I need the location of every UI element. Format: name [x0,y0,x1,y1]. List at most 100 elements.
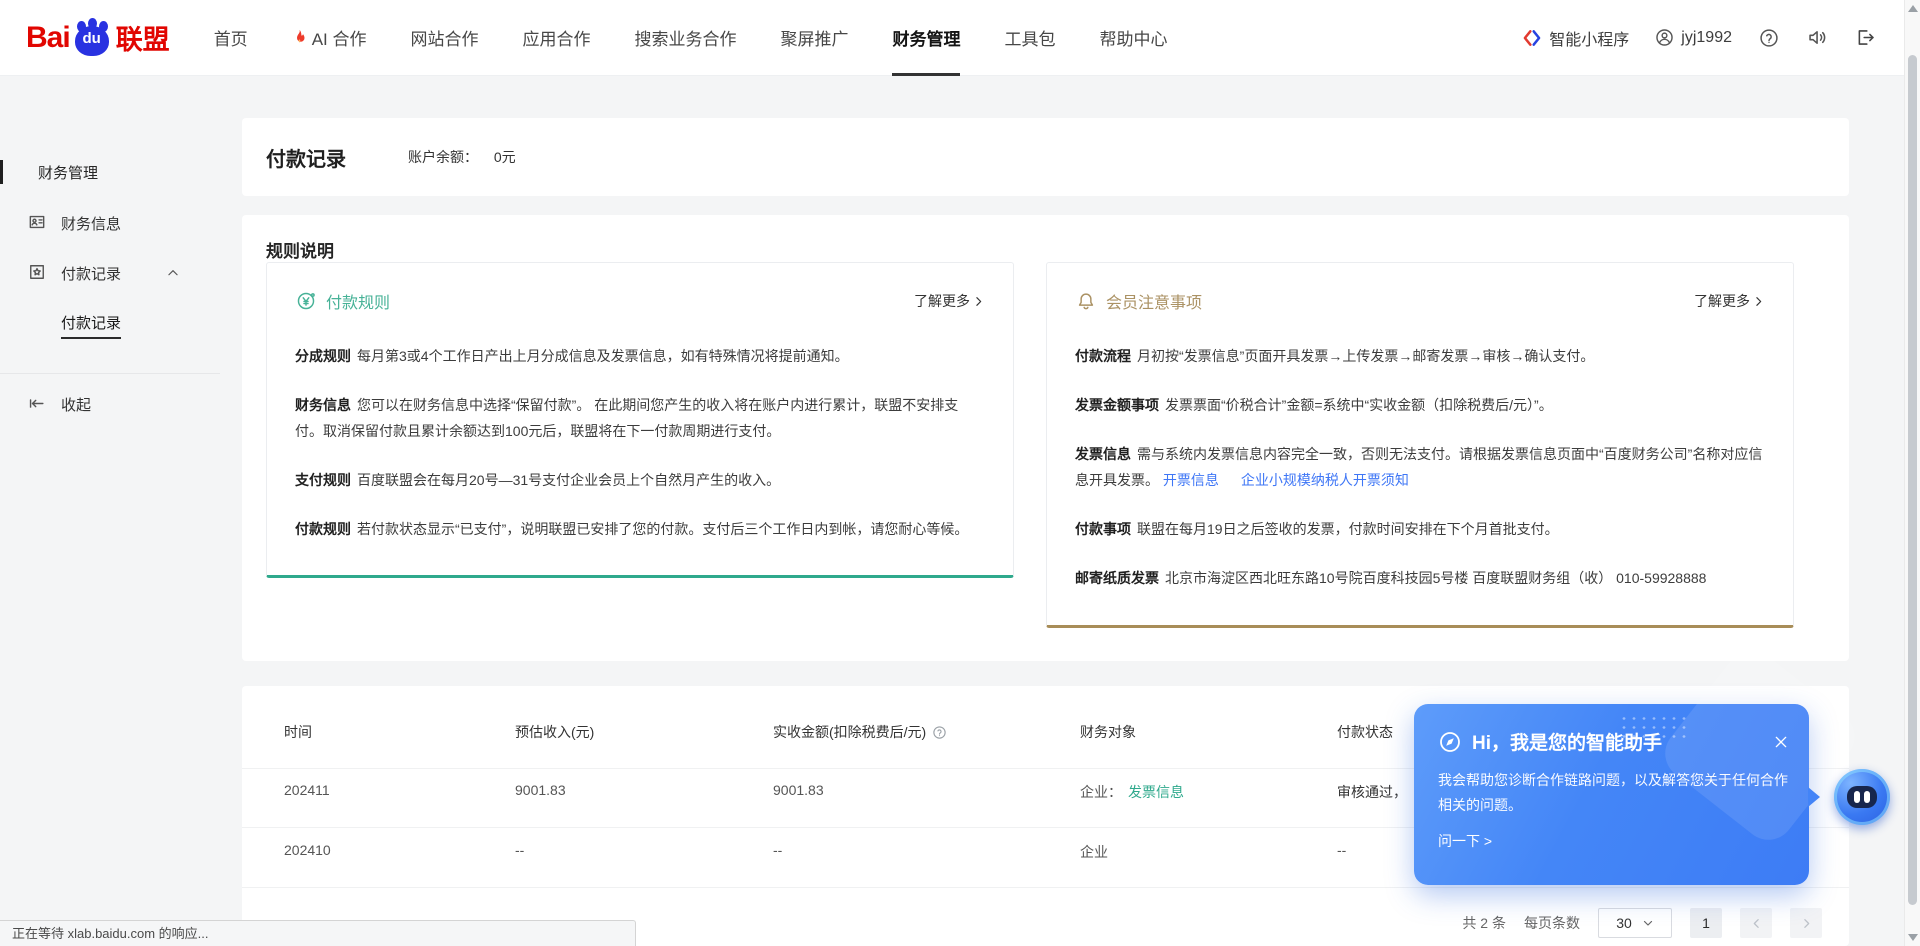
cell-time: 202411 [284,782,330,798]
nav-item-finance[interactable]: 财务管理 [892,0,960,76]
per-page-select[interactable]: 30 [1598,908,1672,938]
id-card-icon [27,212,47,232]
sidebar-subitem-payment-record[interactable]: 付款记录 [61,312,121,338]
compass-icon [1438,730,1462,754]
nav-item-juping[interactable]: 聚屏推广 [780,0,848,76]
rule-paragraph: 支付规则百度联盟会在每月20号—31号支付企业会员上个自然月产生的收入。 [295,467,985,493]
rule-paragraph: 发票信息需与系统内发票信息内容完全一致，否则无法支付。请根据发票信息页面中“百度… [1075,441,1765,493]
sidebar-collapse-button[interactable]: 收起 [0,392,242,416]
cell-actual: 9001.83 [773,782,824,798]
balance-label: 账户余额： [408,149,478,165]
rule-paragraph: 发票金额事项发票票面“价税合计”金额=系统中“实收金额（扣除税费后/元）”。 [1075,392,1765,418]
scroll-up-icon[interactable] [1908,5,1918,12]
pagination: 共 2 条 每页条数 30 1 [1462,908,1822,938]
learn-more-link[interactable]: 了解更多 [1694,291,1765,311]
rule-paragraph: 财务信息您可以在财务信息中选择“保留付款”。 在此期间您产生的收入将在账户内进行… [295,392,985,444]
browser-status-bar: 正在等待 xlab.baidu.com 的响应... [0,920,636,946]
page-1-button[interactable]: 1 [1690,908,1722,938]
sound-icon[interactable] [1806,27,1828,49]
sidebar-divider [0,373,220,374]
next-page-icon [1800,917,1813,930]
user-account[interactable]: jyj1992 [1655,28,1732,47]
mini-program-entry[interactable]: 智能小程序 [1522,26,1629,50]
assistant-popup: Hi，我是您的智能助手 我会帮助您诊断合作链路问题，以及解答您关于任何合作相关的… [1414,704,1809,885]
rule-card-title: 付款规则 [326,289,390,313]
cell-status: -- [1337,842,1346,858]
close-icon[interactable] [1773,734,1789,750]
nav-right-tools: 智能小程序 jyj1992 [1522,26,1920,50]
cell-time: 202410 [284,842,331,858]
nav-item-help[interactable]: 帮助中心 [1099,0,1167,76]
invoice-info-table-link[interactable]: 发票信息 [1128,782,1184,802]
sidebar-item-payment-record[interactable]: 付款记录 [0,261,242,285]
vertical-scrollbar[interactable] [1904,0,1920,946]
chevron-down-icon [1642,917,1654,929]
col-header-time: 时间 [284,722,312,742]
bell-icon [1075,290,1097,312]
top-nav: Bai du 联盟 首页 AI 合作 网站合作 应用合作 搜索业务合作 聚屏推广… [0,0,1920,76]
account-balance: 账户余额： 0元 [408,147,516,167]
nav-item-home[interactable]: 首页 [214,0,248,76]
nav-item-website[interactable]: 网站合作 [410,0,478,76]
question-circle-icon[interactable] [932,725,947,740]
baidu-union-finance-page: Bai du 联盟 首页 AI 合作 网站合作 应用合作 搜索业务合作 聚屏推广… [0,0,1920,946]
robot-avatar-button[interactable] [1834,769,1890,825]
collapse-arrow-icon [27,394,46,413]
logo-text-du: du [72,30,112,47]
baidu-paw-icon: du [72,18,112,58]
rule-paragraph: 付款事项联盟在每月19日之后签收的发票，付款时间安排在下个月首批支付。 [1075,516,1765,542]
nav-menu: 首页 AI 合作 网站合作 应用合作 搜索业务合作 聚屏推广 财务管理 工具包 … [214,0,1168,76]
mini-program-icon [1522,28,1542,48]
browser-status-text: 正在等待 xlab.baidu.com 的响应... [12,926,209,941]
user-icon [1655,28,1674,47]
cell-actual: -- [773,842,782,858]
popup-pointer [1808,787,1820,807]
member-notes-card: 会员注意事项 了解更多 付款流程月初按“发票信息”页面开具发票→上传发票→邮寄发… [1046,262,1794,628]
page-title: 付款记录 [266,143,346,172]
baidu-union-logo[interactable]: Bai du 联盟 [26,18,170,58]
next-page-button[interactable] [1790,908,1822,938]
sidebar-section-finance[interactable]: 财务管理 [0,160,242,184]
per-page-label: 每页条数 [1524,913,1580,933]
invoice-info-link[interactable]: 开票信息 [1163,472,1219,488]
rules-title: 规则说明 [266,237,334,262]
prev-page-button[interactable] [1740,908,1772,938]
sidebar-item-finance-info[interactable]: 财务信息 [0,211,242,235]
rule-paragraph: 付款规则若付款状态显示“已支付”，说明联盟已安排了您的付款。支付后三个工作日内到… [295,516,985,542]
sidebar: 财务管理 财务信息 付款记录 付款记录 [0,76,242,946]
scrollbar-thumb[interactable] [1908,55,1917,905]
coin-icon [295,290,317,312]
cell-estimated: -- [515,842,524,858]
nav-item-toolkit[interactable]: 工具包 [1004,0,1055,76]
learn-more-link[interactable]: 了解更多 [914,291,985,311]
assistant-title: Hi，我是您的智能助手 [1472,728,1662,755]
prev-page-icon [1750,917,1763,930]
scroll-down-icon[interactable] [1908,934,1918,941]
cell-estimated: 9001.83 [515,782,566,798]
logo-text-bai: Bai [26,21,70,55]
rules-section: 规则说明 付款规则 了解更多 分成规则每月第3或4个工作日产出上月分成信息及发票… [242,215,1849,661]
payment-rules-card: 付款规则 了解更多 分成规则每月第3或4个工作日产出上月分成信息及发票信息，如有… [266,262,1014,578]
rule-paragraph: 邮寄纸质发票北京市海淀区西北旺东路10号院百度科技园5号楼 百度联盟财务组（收）… [1075,565,1765,591]
col-header-status: 付款状态 [1337,722,1393,742]
help-icon[interactable] [1758,27,1780,49]
nav-item-search-biz[interactable]: 搜索业务合作 [634,0,736,76]
nav-item-ai[interactable]: AI 合作 [292,0,367,76]
ask-now-link[interactable]: 问一下 > [1438,831,1492,851]
chevron-up-icon[interactable] [166,266,180,280]
rule-paragraph: 付款流程月初按“发票信息”页面开具发票→上传发票→邮寄发票→审核→确认支付。 [1075,343,1765,369]
chevron-right-icon [1752,295,1765,308]
robot-face-icon [1847,786,1877,808]
col-header-actual: 实收金额(扣除税费后/元) [773,722,947,742]
col-header-estimated: 预估收入(元) [515,722,594,742]
cell-status: 审核通过， [1337,782,1407,802]
nav-item-app[interactable]: 应用合作 [522,0,590,76]
table-divider [242,887,1849,888]
small-taxpayer-notice-link[interactable]: 企业小规模纳税人开票须知 [1241,472,1409,488]
logout-icon[interactable] [1854,27,1876,49]
rule-card-title: 会员注意事项 [1106,289,1202,313]
page-header-card: 付款记录 账户余额： 0元 [242,118,1849,196]
logo-text-union: 联盟 [116,18,170,57]
col-header-entity: 财务对象 [1080,722,1136,742]
total-count: 共 2 条 [1462,913,1506,933]
